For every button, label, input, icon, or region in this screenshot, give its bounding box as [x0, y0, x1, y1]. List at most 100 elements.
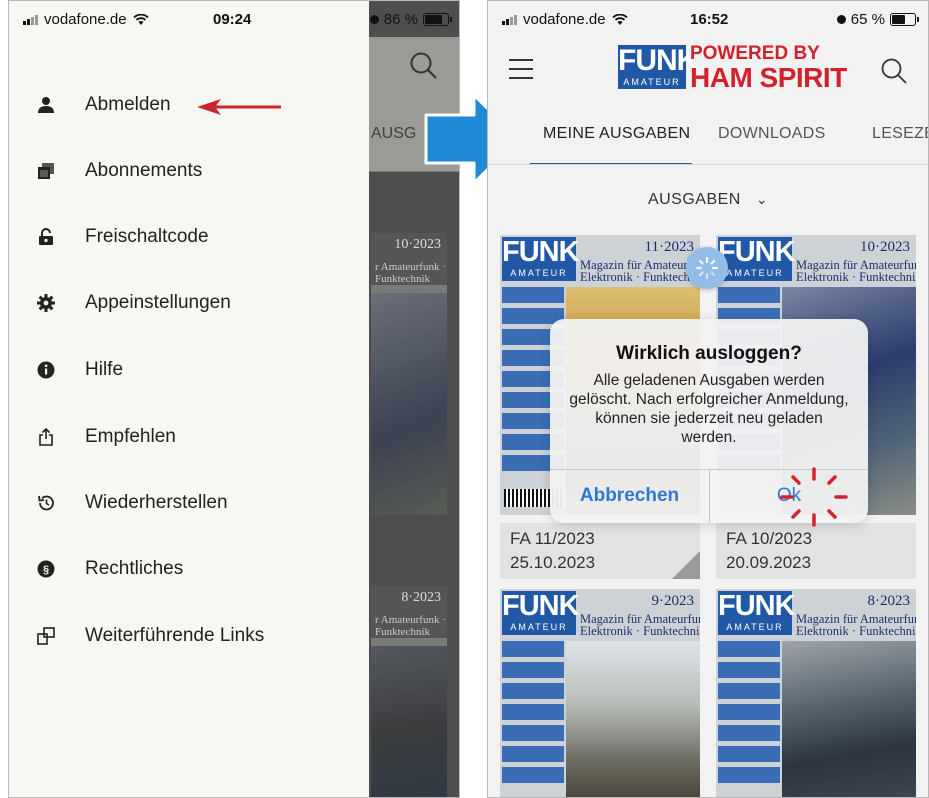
restore-icon: [37, 494, 55, 512]
divider: [488, 164, 928, 165]
menu-item-label: Weiterführende Links: [85, 625, 265, 646]
status-bar: vodafone.de 16:52 65 %: [488, 1, 928, 37]
menu-item-label: Abmelden: [85, 94, 171, 115]
cover-logo: FUNK AMATEUR: [718, 236, 796, 281]
cover-photo: [566, 641, 700, 797]
menu-item-label: Wiederherstellen: [85, 492, 228, 513]
cover-logo-sub: AMATEUR: [726, 268, 784, 278]
cover-photo: [782, 641, 916, 797]
carrier-name: vodafone.de: [44, 11, 127, 28]
carrier: vodafone.de: [502, 11, 628, 28]
menu-item-label: Appeinstellungen: [85, 292, 231, 313]
wifi-icon: [132, 13, 149, 25]
dialog-title: Wirklich ausloggen?: [616, 343, 802, 364]
issue-date: 25.10.2023: [510, 553, 596, 572]
cover-subtitle: Elektronik · Funktechnik: [796, 270, 916, 284]
page-corner-icon: [672, 551, 700, 579]
clock: 09:24: [213, 11, 252, 28]
battery-icon: [423, 13, 452, 26]
dimmed-cover: 10·2023 r Amateurfunk · Funktechnik: [371, 233, 447, 515]
menu-item-abmelden[interactable]: Abmelden: [9, 77, 369, 133]
svg-text:§: §: [43, 564, 49, 576]
cover-subtitle: Elektronik · Funktechnik: [580, 624, 700, 638]
search-icon[interactable]: [880, 57, 908, 90]
battery-percent: 65 %: [850, 11, 885, 28]
cover-title: r Amateurfunk · Funktechnik: [375, 261, 446, 285]
cover-logo-sub: AMATEUR: [510, 622, 568, 632]
left-screenshot: AUSG 10·2023 r Amateurfunk · Funktechnik…: [8, 0, 460, 798]
menu-item-abonnements[interactable]: Abonnements: [9, 143, 369, 199]
paragraph-icon: §: [37, 560, 55, 578]
issue-meta: FA 11/2023 25.10.2023: [500, 523, 700, 579]
share-icon: [37, 428, 55, 446]
dialog-message: Alle geladenen Ausgaben werden gelöscht.…: [569, 372, 849, 446]
cancel-button[interactable]: Abbrechen: [550, 469, 709, 523]
cover-issue: 8·2023: [401, 590, 441, 605]
battery-percent: 86 %: [383, 11, 418, 28]
menu-item-appeinstellungen[interactable]: Appeinstellungen: [9, 275, 369, 331]
menu-item-label: Rechtliches: [85, 558, 184, 579]
cover-logo: FUNK AMATEUR: [718, 591, 796, 635]
gear-icon: [37, 294, 55, 312]
menu-item-rechtliches[interactable]: § Rechtliches: [9, 541, 369, 597]
logo-funk-box: FUNK AMATEUR: [618, 44, 698, 89]
alarm-icon: [836, 15, 846, 24]
tab-downloads[interactable]: DOWNLOADS: [718, 125, 826, 143]
signal-icon: [502, 14, 517, 25]
cover-issue: 9·2023: [651, 593, 695, 609]
cover-logo: FUNK AMATEUR: [502, 590, 580, 635]
tab-bar: MEINE AUSGABEN DOWNLOADS LESEZE: [488, 101, 928, 165]
cover-headlines: [718, 641, 780, 788]
chevron-down-icon: ⌄: [755, 191, 769, 207]
cover-logo-main: FUNK: [502, 590, 580, 622]
cover-logo-sub: AMATEUR: [510, 268, 568, 278]
issue-title: FA 10/2023: [726, 529, 813, 548]
battery-status: 86 %: [369, 11, 452, 28]
battery-icon: [890, 13, 919, 26]
cover-issue: 8·2023: [867, 593, 911, 609]
issue-meta: FA 10/2023 20.09.2023: [716, 523, 916, 579]
menu-item-empfehlen[interactable]: Empfehlen: [9, 409, 369, 465]
clock: 16:52: [690, 11, 729, 28]
tab-meine-ausgaben[interactable]: MEINE AUSGABEN: [543, 125, 690, 143]
tab-lesezeichen[interactable]: LESEZE: [872, 125, 928, 143]
status-bar-right-part: 86 %: [369, 1, 459, 37]
issue-filter-label: AUSGABEN: [647, 191, 741, 208]
carrier: vodafone.de: [23, 11, 149, 28]
signal-icon: [23, 14, 38, 25]
menu-item-hilfe[interactable]: Hilfe: [9, 342, 369, 398]
cover-logo-sub: AMATEUR: [726, 622, 784, 632]
cover-logo-main: FUNK: [502, 236, 580, 268]
battery-status: 65 %: [836, 11, 919, 28]
menu-item-label: Freischaltcode: [85, 226, 209, 247]
menu-item-weiterführende-links[interactable]: Weiterführende Links: [9, 608, 369, 664]
annotation-arrow-icon: [197, 99, 281, 115]
dimmed-tab-label: AUSG: [371, 125, 417, 142]
dimmed-cover: 8·2023 r Amateurfunk · Funktechnik: [371, 586, 447, 797]
wifi-icon: [611, 13, 628, 25]
menu-item-freischaltcode[interactable]: Freischaltcode: [9, 209, 369, 265]
issue-cover[interactable]: FUNK AMATEUR 9·2023 Magazin für Amateurf…: [500, 589, 700, 797]
highlight-burst-icon: [780, 467, 848, 527]
external-links-icon: [37, 627, 55, 645]
lock-open-icon: [37, 228, 55, 246]
menu-item-label: Empfehlen: [85, 426, 176, 447]
menu-item-label: Abonnements: [85, 160, 203, 181]
cover-logo-main: FUNK: [718, 236, 796, 268]
right-screenshot: vodafone.de 16:52 65 % FUNK AMATEUR POWE…: [487, 0, 929, 798]
cover-issue: 10·2023: [860, 239, 910, 255]
info-icon: [37, 361, 55, 379]
cover-subtitle: Elektronik · Funktechnik: [796, 624, 916, 638]
issue-title: FA 11/2023: [510, 529, 595, 548]
logo-main: FUNK: [618, 44, 698, 77]
issue-filter-dropdown[interactable]: AUSGABEN ⌄: [488, 191, 928, 209]
search-icon: [409, 51, 439, 86]
logo-sub: AMATEUR: [623, 77, 681, 87]
stack-icon: [37, 162, 55, 180]
carrier-name: vodafone.de: [523, 11, 606, 28]
issue-cover[interactable]: FUNK AMATEUR 8·2023 Magazin für Amateurf…: [716, 589, 916, 797]
cover-headlines: [502, 641, 564, 788]
menu-icon[interactable]: [509, 59, 533, 79]
alarm-icon: [369, 15, 379, 24]
menu-item-wiederherstellen[interactable]: Wiederherstellen: [9, 475, 369, 531]
